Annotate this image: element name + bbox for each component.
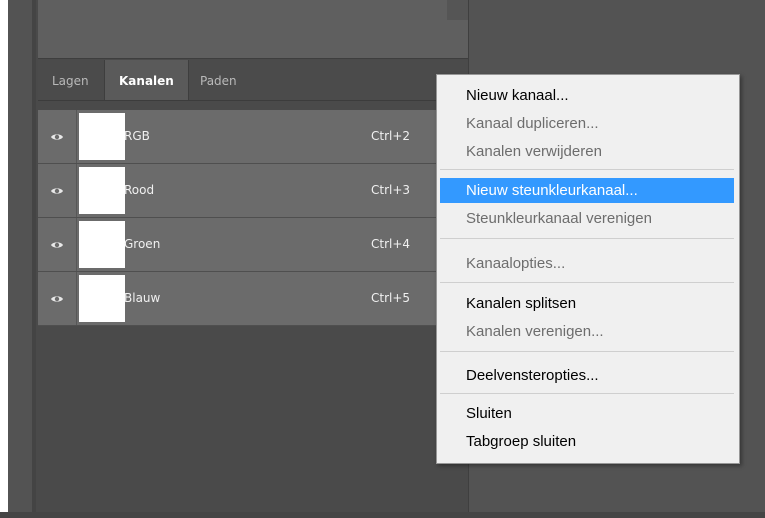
menu-item-merge-spot-channel[interactable]: Steunkleurkanaal verenigen xyxy=(440,206,734,231)
channel-thumbnail xyxy=(79,275,125,322)
tab-channels[interactable]: Kanalen xyxy=(104,60,189,100)
channel-shortcut: Ctrl+5 xyxy=(371,291,411,305)
row-divider xyxy=(76,272,77,325)
menu-item-close[interactable]: Sluiten xyxy=(440,401,734,426)
eye-icon[interactable] xyxy=(38,272,76,325)
channel-thumbnail xyxy=(79,167,125,214)
window-edge xyxy=(0,0,8,518)
menu-separator xyxy=(440,351,734,352)
channel-shortcut: Ctrl+3 xyxy=(371,183,411,197)
channel-shortcut: Ctrl+4 xyxy=(371,237,411,251)
menu-separator xyxy=(440,282,734,283)
eye-icon[interactable] xyxy=(38,110,76,163)
channel-name: Blauw xyxy=(124,291,161,305)
menu-item-split-channels[interactable]: Kanalen splitsen xyxy=(440,291,734,316)
menu-item-channel-options[interactable]: Kanaalopties... xyxy=(440,251,734,276)
menu-item-duplicate-channel[interactable]: Kanaal dupliceren... xyxy=(440,111,734,136)
channel-row-blue[interactable]: Blauw Ctrl+5 xyxy=(38,272,468,326)
bottom-strip xyxy=(0,512,765,518)
channel-name: Groen xyxy=(124,237,161,251)
upper-panel xyxy=(38,0,468,59)
channel-list: RGB Ctrl+2 Rood Ctrl+3 Groen Ctrl+4 Blau… xyxy=(38,110,468,326)
eye-icon[interactable] xyxy=(38,164,76,217)
channel-thumbnail xyxy=(79,221,125,268)
panel-context-menu: Nieuw kanaal... Kanaal dupliceren... Kan… xyxy=(436,74,740,464)
menu-separator xyxy=(440,238,734,239)
channel-name: Rood xyxy=(124,183,155,197)
menu-item-close-tab-group[interactable]: Tabgroep sluiten xyxy=(440,429,734,454)
menu-item-merge-channels[interactable]: Kanalen verenigen... xyxy=(440,319,734,344)
menu-separator xyxy=(440,393,734,394)
channel-row-rgb[interactable]: RGB Ctrl+2 xyxy=(38,110,468,164)
row-divider xyxy=(76,110,77,163)
row-divider xyxy=(76,218,77,271)
channel-row-green[interactable]: Groen Ctrl+4 xyxy=(38,218,468,272)
channel-row-red[interactable]: Rood Ctrl+3 xyxy=(38,164,468,218)
tab-layers[interactable]: Lagen xyxy=(38,60,103,100)
tab-paths[interactable]: Paden xyxy=(186,60,251,100)
upper-panel-scrollbar[interactable] xyxy=(447,0,468,20)
channel-name: RGB xyxy=(124,129,150,143)
menu-item-panel-options[interactable]: Deelvensteropties... xyxy=(440,363,734,388)
menu-item-new-spot-channel[interactable]: Nieuw steunkleurkanaal... xyxy=(440,178,734,203)
panel-tabbar: Lagen Kanalen Paden xyxy=(38,60,468,101)
menu-item-delete-channels[interactable]: Kanalen verwijderen xyxy=(440,139,734,164)
menu-separator xyxy=(440,169,734,170)
channel-thumbnail xyxy=(79,113,125,160)
row-divider xyxy=(76,164,77,217)
menu-item-new-channel[interactable]: Nieuw kanaal... xyxy=(440,83,734,108)
eye-icon[interactable] xyxy=(38,218,76,271)
channel-shortcut: Ctrl+2 xyxy=(371,129,411,143)
